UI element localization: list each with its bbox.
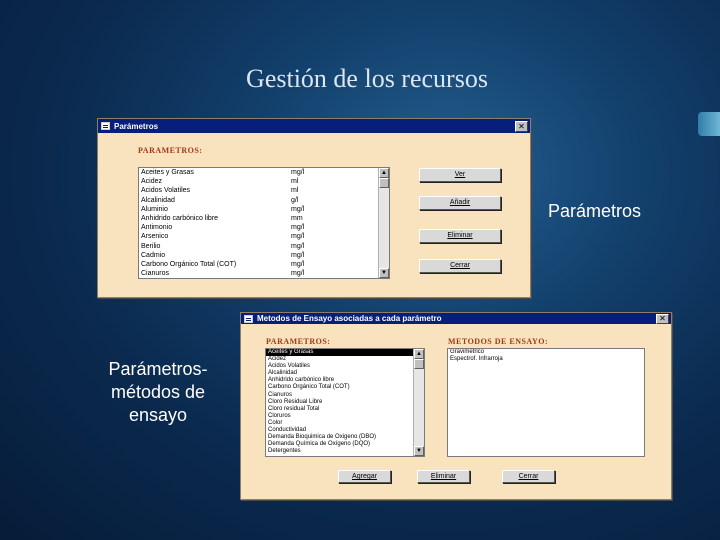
list-item[interactable]: Conductividad bbox=[266, 427, 424, 434]
methods-window-title: Metodos de Ensayo asociadas a cada parám… bbox=[257, 314, 442, 323]
scroll-down-icon[interactable]: ▼ bbox=[414, 446, 424, 456]
app-icon bbox=[244, 314, 253, 323]
slide-title: Gestión de los recursos bbox=[246, 64, 488, 93]
list-item[interactable]: Acidos Volatiles bbox=[266, 363, 424, 370]
methods-window: Metodos de Ensayo asociadas a cada parám… bbox=[240, 312, 672, 500]
param-unit: ml bbox=[291, 178, 299, 186]
param-name: Alcalinidad bbox=[141, 196, 175, 204]
scroll-up-icon[interactable]: ▲ bbox=[379, 168, 389, 178]
list-item[interactable]: Berilio mg/l bbox=[139, 242, 389, 251]
param-name: Arsenico bbox=[141, 233, 169, 241]
ver-button[interactable]: Ver bbox=[419, 168, 501, 182]
param-name: Aluminio bbox=[141, 205, 168, 213]
app-icon bbox=[101, 122, 110, 130]
list-item[interactable]: Detergentes bbox=[266, 448, 424, 455]
params-window-title: Parámetros bbox=[114, 121, 159, 131]
param-unit: mg/l bbox=[291, 205, 305, 213]
label-parametros-metodos: Parámetros-métodos de ensayo bbox=[108, 359, 208, 425]
methods-params-scrollbar[interactable]: ▲ ▼ bbox=[413, 349, 424, 456]
params-window: Parámetros ✕ PARAMETROS: Aceites y Grasa… bbox=[97, 118, 531, 298]
cerrar-button[interactable]: Cerrar bbox=[502, 470, 555, 483]
list-item[interactable]: Aceites y Grasas bbox=[266, 349, 424, 357]
methods-listbox[interactable]: Gravimetrico Espectrof. Infrarroja bbox=[447, 348, 645, 457]
list-item[interactable]: Alcalinidad g/l bbox=[139, 196, 389, 205]
param-unit: mg/l bbox=[291, 224, 305, 232]
param-name: Aceites y Grasas bbox=[141, 169, 194, 176]
list-item[interactable]: Demanda Bioquimica de Oxigeno (DBO) bbox=[266, 434, 424, 441]
param-name: Acidos Volatiles bbox=[141, 187, 191, 195]
list-item[interactable]: Antimonio mg/l bbox=[139, 223, 389, 232]
list-item[interactable]: Aceites y Grasas mg/l bbox=[139, 168, 389, 177]
param-unit: mm bbox=[291, 214, 303, 222]
scroll-up-icon[interactable]: ▲ bbox=[414, 349, 424, 359]
params-window-titlebar[interactable]: Parámetros bbox=[98, 119, 530, 133]
param-unit: mg/l bbox=[291, 251, 305, 259]
eliminar-button[interactable]: Eliminar bbox=[417, 470, 470, 483]
list-item[interactable]: Acidez ml bbox=[139, 177, 389, 186]
scroll-thumb[interactable] bbox=[414, 359, 424, 369]
decorative-tab bbox=[698, 112, 720, 136]
list-item[interactable]: Arsenico mg/l bbox=[139, 232, 389, 241]
param-unit: mg/l bbox=[291, 169, 305, 176]
list-item[interactable]: Alcalinidad bbox=[266, 370, 424, 377]
param-unit: mg/l bbox=[291, 260, 305, 268]
list-item[interactable]: Acidez bbox=[266, 356, 424, 363]
param-unit: mg/l bbox=[291, 270, 305, 278]
list-item[interactable]: Cloruros bbox=[266, 413, 424, 420]
param-name: Cadmio bbox=[141, 251, 166, 259]
param-unit: g/l bbox=[291, 196, 299, 204]
scroll-thumb[interactable] bbox=[379, 178, 389, 188]
methods-rows: Gravimetrico Espectrof. Infrarroja bbox=[448, 349, 644, 363]
param-name: Carbono Orgánico Total (COT) bbox=[141, 260, 237, 268]
agregar-button[interactable]: Agregar bbox=[338, 470, 391, 483]
methods-params-header: PARAMETROS: bbox=[266, 337, 331, 346]
list-item[interactable]: Cianuros mg/l bbox=[139, 269, 389, 278]
param-name: Antimonio bbox=[141, 224, 173, 232]
list-item[interactable]: Cianuros bbox=[266, 392, 424, 399]
anadir-button[interactable]: Añadir bbox=[419, 196, 501, 210]
param-unit: mg/l bbox=[291, 233, 305, 241]
list-item[interactable]: Anhidrido carbónico libre bbox=[266, 377, 424, 384]
param-name: Berilio bbox=[141, 242, 161, 250]
methods-params-rows: Aceites y Grasas Acidez Acidos Volatiles Al… bbox=[266, 349, 424, 455]
param-unit: ml bbox=[291, 187, 299, 195]
list-item[interactable]: Acidos Volatiles ml bbox=[139, 186, 389, 195]
params-listbox[interactable]: Aceites y Grasas mg/l Acidez ml Acidos Volat… bbox=[138, 167, 390, 279]
list-item[interactable]: Gravimetrico bbox=[448, 349, 644, 356]
list-item[interactable]: Cloro residual Total bbox=[266, 406, 424, 413]
list-item[interactable]: Anhidrido carbónico libre mm bbox=[139, 214, 389, 223]
methods-window-titlebar[interactable]: Metodos de Ensayo asociadas a cada parám… bbox=[241, 313, 671, 324]
param-name: Anhidrido carbónico libre bbox=[141, 214, 219, 222]
scroll-down-icon[interactable]: ▼ bbox=[379, 268, 389, 278]
eliminar-button[interactable]: Eliminar bbox=[419, 229, 501, 243]
methods-header: METODOS DE ENSAYO: bbox=[448, 337, 549, 346]
param-name: Cianuros bbox=[141, 270, 170, 278]
close-icon[interactable]: ✕ bbox=[515, 121, 528, 132]
label-parametros: Parámetros bbox=[548, 201, 642, 221]
param-unit: mg/l bbox=[291, 242, 305, 250]
params-rows: Aceites y Grasas mg/l Acidez ml Acidos Volat… bbox=[139, 168, 389, 278]
list-item[interactable]: Espectrof. Infrarroja bbox=[448, 356, 644, 363]
param-name: Acidez bbox=[141, 178, 163, 186]
list-item[interactable]: Aluminio mg/l bbox=[139, 205, 389, 214]
list-item[interactable]: Color bbox=[266, 420, 424, 427]
cerrar-button[interactable]: Cerrar bbox=[419, 259, 501, 273]
list-item[interactable]: Cloro Residual Libre bbox=[266, 399, 424, 406]
params-scrollbar[interactable]: ▲ ▼ bbox=[378, 168, 389, 278]
methods-params-listbox[interactable]: Aceites y Grasas Acidez Acidos Volatiles Al… bbox=[265, 348, 425, 457]
params-header: PARAMETROS: bbox=[138, 146, 203, 155]
list-item[interactable]: Cadmio mg/l bbox=[139, 251, 389, 260]
close-icon[interactable]: ✕ bbox=[656, 314, 669, 324]
list-item[interactable]: Carbono Orgánico Total (COT) mg/l bbox=[139, 260, 389, 269]
list-item[interactable]: Demanda Química de Oxígeno (DQO) bbox=[266, 441, 424, 448]
list-item[interactable]: Carbono Orgánico Total (COT) bbox=[266, 384, 424, 391]
